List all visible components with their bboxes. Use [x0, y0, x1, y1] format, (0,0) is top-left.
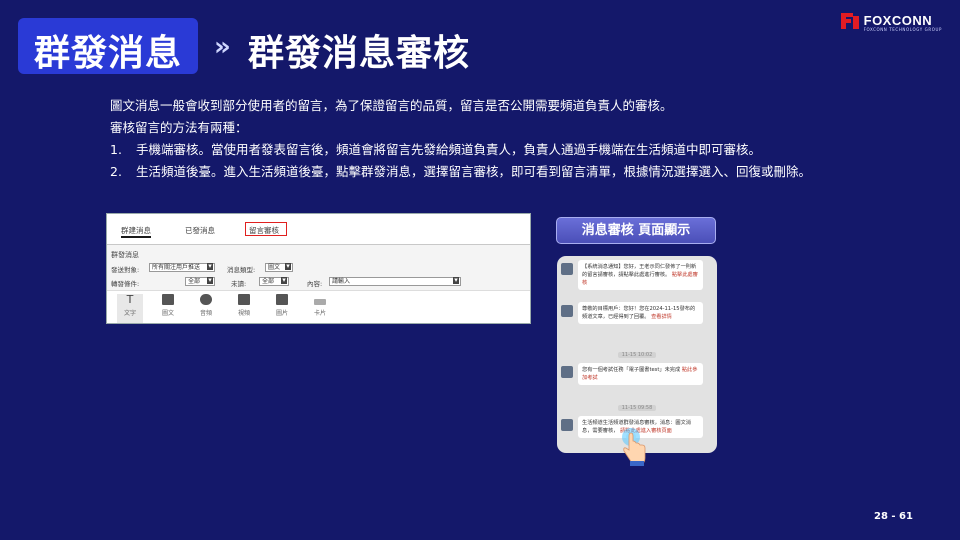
field-label: 未讀:	[231, 280, 247, 288]
page-title: 群發消息審核	[248, 33, 471, 74]
backend-screenshot: 群建消息 已發消息 留言審核 群發消息 發送對象: 所有關注用戶推送 消息類型:…	[106, 213, 531, 324]
tab-sent[interactable]: 已發消息	[185, 225, 215, 236]
page-number: 28 - 61	[874, 511, 913, 522]
text-icon[interactable]: T 文字	[117, 294, 143, 323]
type-select[interactable]: 圖文	[265, 263, 293, 272]
unread-select[interactable]: 全部	[259, 277, 289, 286]
image-text-icon[interactable]: 圖文	[155, 294, 181, 317]
list-text: 手機端審核。當使用者發表留言後，頻道會將留言先發給頻道負責人，負責人通過手機端在…	[136, 142, 762, 157]
form-title: 群發消息	[111, 251, 139, 259]
content-input[interactable]: 請輸入	[329, 277, 461, 286]
target-select[interactable]: 所有關注用戶推送	[149, 263, 215, 272]
phone-screenshot: 【系統消息通知】您好，王老示同仁發佈了一則新的留言請審核，請點擊此處進行審核。 …	[557, 256, 717, 453]
message-bubble[interactable]: 【系統消息通知】您好，王老示同仁發佈了一則新的留言請審核，請點擊此處進行審核。 …	[578, 260, 703, 290]
filter-form: 群發消息 發送對象: 所有關注用戶推送 消息類型: 圖文 轉發條件: 全部 未讀…	[107, 245, 530, 291]
audio-icon[interactable]: 音頻	[193, 294, 219, 317]
field-label: 轉發條件:	[111, 280, 140, 288]
list-number: 2.	[110, 164, 122, 179]
foxconn-logo-icon	[840, 13, 859, 29]
logo-text: FOXCONN	[863, 13, 933, 28]
tab-bar: 群建消息 已發消息 留言審核	[107, 214, 530, 245]
avatar	[561, 263, 573, 275]
avatar	[561, 366, 573, 378]
details-link[interactable]: 查看詳情	[651, 314, 672, 320]
condition-select[interactable]: 全部	[185, 277, 215, 286]
avatar	[561, 305, 573, 317]
list-item: 1. 手機端審核。當使用者發表留言後，頻道會將留言先發給頻道負責人，負責人通過手…	[110, 139, 850, 161]
field-label: 內容:	[307, 280, 323, 288]
highlight-box	[245, 222, 287, 236]
timestamp: 11-15 10:02	[557, 352, 717, 358]
card-icon[interactable]: 卡片	[307, 294, 333, 317]
methods-intro: 審核留言的方法有兩種：	[110, 120, 248, 135]
list-number: 1.	[110, 142, 122, 157]
timestamp: 11-15 09:58	[557, 405, 717, 411]
video-icon[interactable]: 視頻	[231, 294, 257, 317]
avatar	[561, 419, 573, 431]
chevron-right-icon: »	[214, 32, 231, 62]
message-bubble[interactable]: 尊敬的目標用戶：您好！您在2024-11-15發布的頻道文章，已經得到了回覆。 …	[578, 302, 703, 324]
review-page-badge: 消息審核 頁面顯示	[556, 217, 716, 244]
list-text: 生活頻道後臺。進入生活頻道後臺，點擊群發消息，選擇留言審核，即可看到留言清單，根…	[136, 164, 812, 179]
list-item: 2. 生活頻道後臺。進入生活頻道後臺，點擊群發消息，選擇留言審核，即可看到留言清…	[110, 164, 850, 180]
section-title: 群發消息	[34, 33, 183, 74]
tap-hand-icon	[622, 428, 646, 466]
body-text: 圖文消息一般會收到部分使用者的留言，為了保證留言的品質，留言是否公開需要頻道負責…	[110, 95, 850, 180]
content-type-icons: T 文字 圖文 音頻 視頻 圖片 卡片	[107, 291, 530, 323]
intro-paragraph: 圖文消息一般會收到部分使用者的留言，為了保證留言的品質，留言是否公開需要頻道負責…	[110, 98, 673, 113]
field-label: 發送對象:	[111, 266, 140, 274]
logo-tagline: FOXCONN TECHNOLOGY GROUP	[863, 27, 942, 32]
foxconn-logo: FOXCONN FOXCONN TECHNOLOGY GROUP	[840, 10, 942, 32]
image-icon[interactable]: 圖片	[269, 294, 295, 317]
message-bubble[interactable]: 您有一個考試任務「電子圖書test」未完成 點此參加考試	[578, 363, 703, 385]
field-label: 消息類型:	[227, 266, 256, 274]
tab-compose[interactable]: 群建消息	[121, 225, 151, 238]
